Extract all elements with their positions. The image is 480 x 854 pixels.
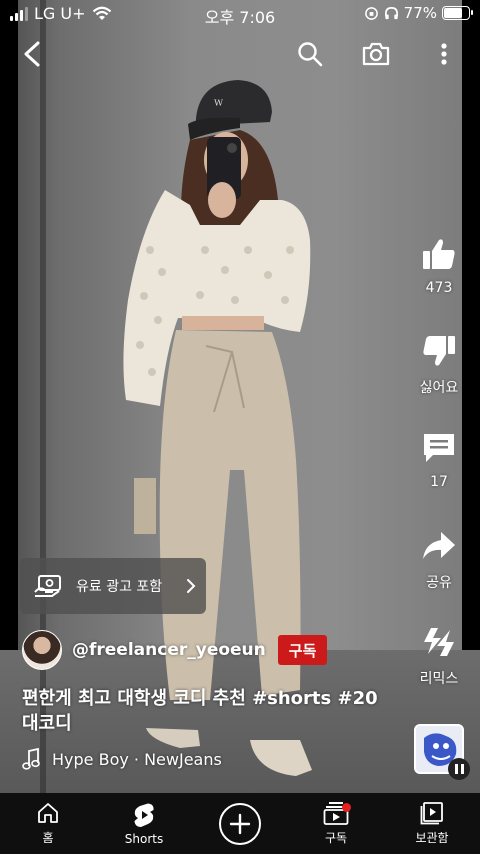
video-title-line2: 대코디 [22, 713, 72, 734]
channel-row: @freelancer_yeoeun 구독 [22, 629, 328, 671]
shorts-video-frame[interactable]: ᵂ [0, 0, 480, 793]
thumb-up-icon [423, 239, 455, 269]
notification-dot [342, 803, 351, 812]
tab-home[interactable]: 홈 [0, 793, 96, 854]
paid-promo-icon [34, 575, 61, 597]
pause-indicator-icon [448, 758, 470, 780]
share-button[interactable]: 공유 [414, 528, 464, 592]
remix-button[interactable]: 리믹스 [414, 624, 464, 688]
dislike-button[interactable]: 싫어요 [414, 333, 464, 397]
paid-promotion-text: 유료 광고 포함 [76, 579, 163, 595]
tab-library-label: 보관함 [415, 831, 449, 845]
battery-percent: 77% [403, 4, 437, 22]
more-vert-icon [441, 43, 447, 65]
tab-subscriptions[interactable]: 구독 [288, 793, 384, 854]
share-icon [423, 532, 455, 559]
like-count: 473 [425, 280, 453, 296]
search-button[interactable] [292, 36, 328, 72]
status-right: 77% [364, 4, 473, 22]
plus-icon [229, 813, 251, 834]
tab-shorts-label: Shorts [124, 831, 164, 846]
comment-icon [424, 434, 454, 462]
home-icon [38, 803, 58, 823]
svg-text:ᵂ: ᵂ [214, 98, 224, 114]
paid-promotion-pill[interactable]: 유료 광고 포함 [20, 558, 206, 614]
status-bar: LG U+ 오후 7:06 77% [0, 0, 480, 28]
tab-home-label: 홈 [42, 831, 54, 845]
music-attribution[interactable]: Hype Boy · NewJeans [22, 748, 222, 770]
video-person-figure: ᵂ [123, 80, 312, 776]
video-hashtags[interactable]: #shorts #20 [252, 688, 378, 709]
camera-button[interactable] [358, 36, 394, 72]
bottom-tab-bar: 홈 Shorts 구독 보관함 [0, 793, 480, 854]
tab-shorts[interactable]: Shorts [96, 793, 192, 854]
music-track: Hype Boy · NewJeans [52, 749, 222, 769]
tab-subscriptions-label: 구독 [324, 831, 348, 845]
orientation-lock-icon [364, 6, 378, 20]
camera-icon [362, 42, 390, 66]
tab-library[interactable]: 보관함 [384, 793, 480, 854]
comments-button[interactable]: 17 [414, 430, 464, 490]
search-icon [298, 42, 323, 67]
battery-icon [442, 6, 473, 20]
video-title[interactable]: 편한게 최고 대학생 코디 추천 #shorts #20 대코디 [22, 686, 402, 736]
battery-fill [444, 8, 463, 18]
tab-create[interactable] [192, 793, 288, 854]
dislike-label: 싫어요 [419, 380, 459, 396]
chevron-right-icon [187, 579, 196, 593]
channel-handle[interactable]: @freelancer_yeoeun [72, 640, 266, 660]
like-button[interactable]: 473 [414, 236, 464, 296]
headphones-icon [384, 6, 398, 19]
library-icon [420, 802, 443, 825]
music-note-icon [22, 748, 40, 770]
more-options-button[interactable] [426, 36, 462, 72]
remix-label: 리믹스 [419, 671, 459, 687]
top-nav [0, 36, 480, 72]
back-button[interactable] [14, 36, 50, 72]
video-title-text: 편한게 최고 대학생 코디 추천 [22, 688, 253, 709]
create-plus-icon [219, 802, 261, 845]
comment-count: 17 [430, 474, 448, 490]
share-label: 공유 [426, 575, 452, 591]
thumb-down-icon [423, 336, 455, 366]
subscribe-button[interactable]: 구독 [277, 635, 328, 665]
remix-icon [424, 628, 454, 656]
channel-avatar[interactable] [22, 630, 62, 670]
back-arrow-icon [24, 41, 40, 67]
shorts-icon [134, 803, 154, 827]
